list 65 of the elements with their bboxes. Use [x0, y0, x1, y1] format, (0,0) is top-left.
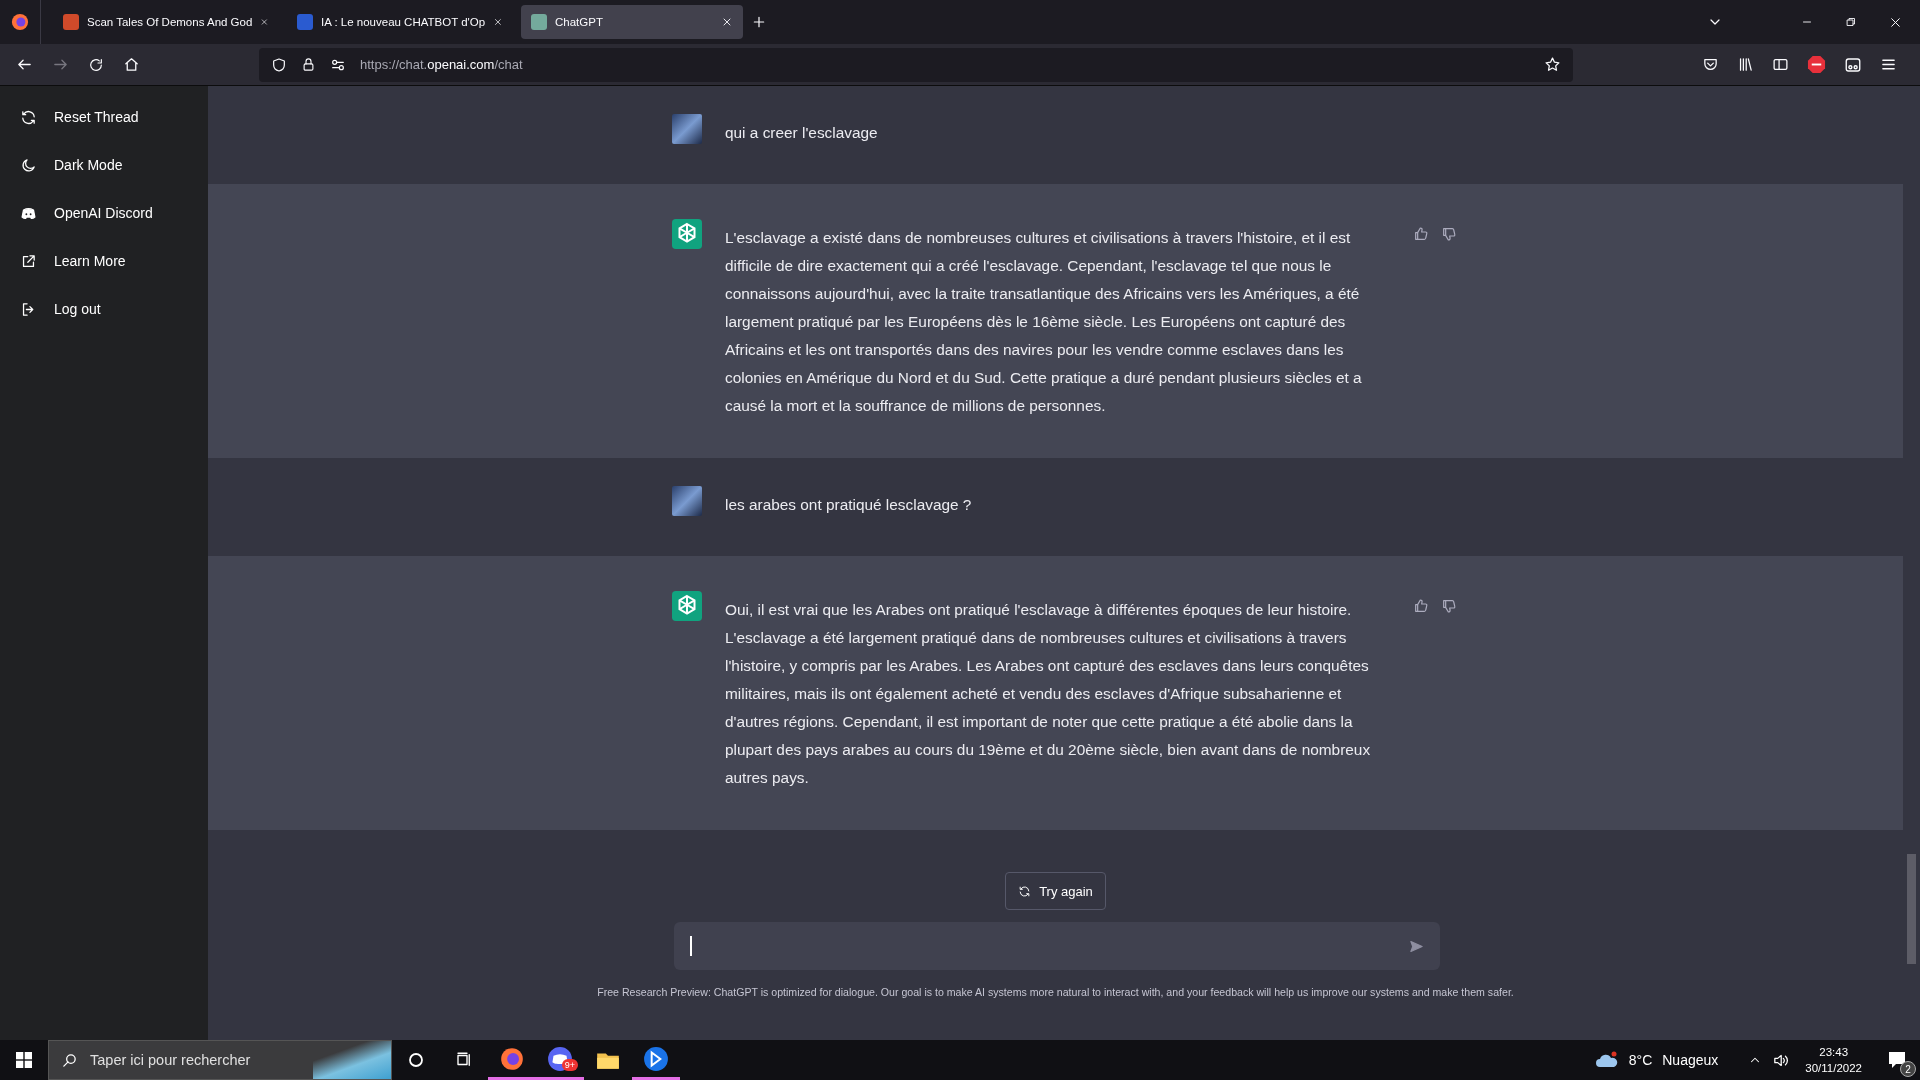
disclaimer-text: Free Research Preview: ChatGPT is optimized for dialogue. Our goal is to make AI systems more natural to interact with, and your feedback will help us improve our systems and make them safer.: [597, 986, 1514, 998]
windows-start-icon[interactable]: [16, 1052, 32, 1068]
message-text: L'esclavage a existé dans de nombreuses cultures et civilisations à travers l'histoire, et il est difficile de dire exactement qui a créé l'esclavage. Cependant, l'esclavage tel que nous le connaissons aujourd'hui, avec la traite transatlantique des Africains vers les Amériques, a été largement pratiqué par les Européens dès le 16ème siècle. Les Européens ont capturé des Africains et les ont transportés dans des navires pour les vendre comme esclaves dans les colonies en Amérique du Nord et du Sud. Cette pratique a duré pendant plusieurs siècles et a causé la mort et la souffrance de millions de personnes.: [725, 228, 1363, 416]
sidebar-icon: [1772, 56, 1789, 73]
browser-tab[interactable]: IA : Le nouveau CHATBOT d'Op: [287, 5, 513, 39]
thumbs-down-icon: [1441, 226, 1457, 242]
try-again-button[interactable]: Try again: [1005, 872, 1106, 910]
adblock-icon[interactable]: [1807, 55, 1826, 74]
browser-tab[interactable]: Scan Tales Of Demons And God: [53, 5, 279, 39]
send-icon: [1409, 938, 1424, 954]
favicon-icon: [63, 14, 79, 30]
search-icon: [61, 1051, 78, 1069]
reload-icon: [88, 56, 104, 73]
library-icon: [1737, 56, 1754, 73]
taskbar-search-field[interactable]: Taper ici pour rechercher: [48, 1040, 392, 1080]
favicon-icon: [297, 14, 313, 30]
notification-icon[interactable]: [1888, 1051, 1906, 1069]
moon-icon: [20, 156, 37, 174]
external-link-icon: [20, 252, 37, 270]
thumbs-up-icon: [1413, 226, 1429, 242]
assistant-avatar: [672, 219, 702, 249]
url-text: https://chat.openai.com/chat: [360, 57, 524, 72]
home-icon: [123, 56, 140, 73]
close-icon: [721, 16, 733, 28]
taskbar-app[interactable]: 9+: [536, 1040, 584, 1080]
new-tab-icon: [751, 14, 767, 30]
clock-time[interactable]: 23:43: [1819, 1044, 1849, 1060]
message-text: qui a creer l'esclavage: [725, 123, 879, 143]
browser-tab[interactable]: ChatGPT: [521, 5, 743, 39]
address-bar[interactable]: https://chat.openai.com/chat: [259, 47, 1573, 82]
browser-logo-icon[interactable]: [11, 13, 29, 31]
user-avatar: [672, 114, 702, 144]
close-icon: [260, 16, 269, 28]
shield-icon: [271, 56, 287, 73]
pocket-icon: [1702, 56, 1719, 73]
sidebar-item[interactable]: Reset Thread: [0, 93, 208, 141]
sidebar-item[interactable]: OpenAI Discord: [0, 189, 208, 237]
task-view-icon: [455, 1051, 473, 1069]
close-icon: [1889, 15, 1902, 29]
app-icon: [643, 1045, 669, 1072]
cortana-icon: [407, 1051, 425, 1069]
notification-count: 2: [1900, 1061, 1916, 1077]
bookmark-star-icon: [1544, 56, 1561, 73]
clock-date[interactable]: 30/11/2022: [1805, 1060, 1862, 1076]
sidebar-item[interactable]: Log out: [0, 285, 208, 333]
refresh-icon: [1018, 884, 1032, 898]
favicon-icon: [531, 14, 547, 30]
extension-icon: [1844, 55, 1862, 74]
temperature-text: 8°C: [1628, 1052, 1653, 1068]
cloud-icon: [1594, 1051, 1619, 1069]
message-text: Oui, il est vrai que les Arabes ont pratiqué l'esclavage à différentes époques de leur histoire. L'esclavage a été largement pratiqué dans de nombreuses cultures et civilisations à travers l'histoire, y compris par les Arabes. Les Arabes ont capturé des esclaves dans leurs conquêtes militaires, mais ils ont également acheté et vendu des esclaves d'Afrique subsaharienne et d'autres régions. Cependant, il est important de noter que cette pratique a été abolie dans la plupart des pays arabes au cours du 19ème et du 20ème siècle, bien avant dans de nombreux autres pays.: [725, 600, 1372, 788]
thumbs-down-icon: [1441, 598, 1457, 614]
sidebar-item[interactable]: Dark Mode: [0, 141, 208, 189]
sidebar-item[interactable]: Learn More: [0, 237, 208, 285]
weather-text: Nuageux: [1662, 1052, 1719, 1068]
message-text: les arabes ont pratiqué lesclavage ?: [725, 495, 973, 515]
close-icon: [493, 16, 503, 28]
restore-icon: [1845, 16, 1857, 28]
user-avatar: [672, 486, 702, 516]
message-input[interactable]: [674, 922, 1440, 970]
lock-icon: [301, 57, 316, 72]
thumbs-up-icon: [1413, 598, 1429, 614]
assistant-avatar: [672, 591, 702, 621]
firefox-icon: [499, 1045, 525, 1072]
reset-icon: [20, 108, 37, 126]
